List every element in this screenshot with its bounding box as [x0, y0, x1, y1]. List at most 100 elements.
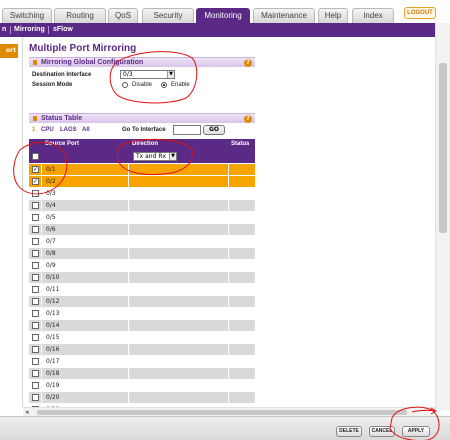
status-cell — [228, 188, 255, 199]
direction-cell — [128, 176, 228, 187]
table-row[interactable]: 0/4 — [29, 200, 255, 212]
row-checkbox[interactable] — [32, 358, 39, 365]
row-checkbox[interactable] — [32, 190, 39, 197]
direction-cell — [128, 260, 228, 271]
apply-button[interactable]: APPLY — [402, 426, 430, 437]
session-enable-radio[interactable] — [161, 82, 167, 88]
row-checkbox[interactable] — [32, 238, 39, 245]
source-port-value: 0/19 — [46, 382, 60, 389]
row-checkbox[interactable] — [32, 334, 39, 341]
source-port-cell: 0/12 — [41, 296, 128, 307]
direction-cell — [128, 308, 228, 319]
row-select-cell — [29, 272, 41, 283]
destination-interface-select[interactable]: 0/3 ▼ — [120, 70, 175, 79]
direction-cell — [128, 368, 228, 379]
row-checkbox[interactable] — [32, 382, 39, 389]
tab-qos[interactable]: QoS — [108, 8, 138, 23]
source-port-value: 0/16 — [46, 346, 60, 353]
session-disable-radio[interactable] — [122, 82, 128, 88]
tab-help[interactable]: Help — [318, 8, 348, 23]
table-row[interactable]: 0/6 — [29, 224, 255, 236]
table-row[interactable]: 0/16 — [29, 344, 255, 356]
table-row[interactable]: ✓ 0/2 — [29, 176, 255, 188]
cancel-button[interactable]: CANCEL — [369, 426, 395, 437]
help-icon[interactable]: ? — [244, 59, 252, 67]
source-port-value: 0/10 — [46, 274, 60, 281]
tab-maintenance[interactable]: Maintenance — [253, 8, 315, 23]
table-row[interactable]: 0/13 — [29, 308, 255, 320]
row-select-cell — [29, 356, 41, 367]
row-checkbox[interactable] — [32, 346, 39, 353]
source-port-cell: 0/20 — [41, 392, 128, 403]
row-checkbox[interactable] — [32, 202, 39, 209]
vertical-scrollbar[interactable] — [435, 23, 450, 410]
row-select-cell — [29, 200, 41, 211]
tab-security[interactable]: Security — [142, 8, 194, 23]
filter-all[interactable]: All — [82, 127, 90, 133]
session-enable-label: Enable — [171, 82, 190, 88]
table-row[interactable]: 0/11 — [29, 284, 255, 296]
leftnav-item-active[interactable]: ort — [0, 44, 18, 58]
table-row[interactable]: 0/14 — [29, 320, 255, 332]
row-checkbox[interactable]: ✓ — [32, 166, 39, 173]
status-cell — [228, 380, 255, 391]
logout-button[interactable]: LOGOUT — [404, 7, 436, 19]
row-checkbox[interactable] — [32, 310, 39, 317]
goto-interface-input[interactable] — [173, 125, 201, 135]
tab-switching[interactable]: Switching — [2, 8, 52, 23]
subnav-item-sflow[interactable]: sFlow — [53, 23, 73, 37]
tab-routing[interactable]: Routing — [54, 8, 106, 23]
table-row[interactable]: ✓ 0/1 — [29, 164, 255, 176]
row-checkbox[interactable] — [32, 370, 39, 377]
help-icon[interactable]: ? — [244, 115, 252, 123]
source-port-cell: 0/19 — [41, 380, 128, 391]
subnav-item-mirroring[interactable]: Mirroring — [14, 23, 45, 37]
row-checkbox[interactable] — [32, 286, 39, 293]
filter-cpu[interactable]: CPU — [41, 127, 54, 133]
row-checkbox[interactable]: ✓ — [32, 178, 39, 185]
subnav-separator — [10, 26, 11, 34]
table-row[interactable]: 0/7 — [29, 236, 255, 248]
direction-select[interactable]: Tx and Rx ▼ — [133, 152, 177, 161]
tab-index[interactable]: Index — [352, 8, 394, 23]
row-checkbox[interactable] — [32, 298, 39, 305]
table-row[interactable]: 0/5 — [29, 212, 255, 224]
row-checkbox[interactable] — [32, 214, 39, 221]
subnav-item-partial[interactable]: n — [2, 23, 6, 37]
row-checkbox[interactable] — [32, 226, 39, 233]
row-checkbox[interactable] — [32, 394, 39, 401]
direction-cell — [128, 248, 228, 259]
delete-button[interactable]: DELETE — [336, 426, 362, 437]
table-row[interactable]: 0/12 — [29, 296, 255, 308]
row-checkbox[interactable] — [32, 262, 39, 269]
vertical-scroll-thumb[interactable] — [439, 63, 447, 233]
table-row[interactable]: 0/8 — [29, 248, 255, 260]
table-row[interactable]: 0/19 — [29, 380, 255, 392]
filter-lags[interactable]: LAGS — [60, 127, 77, 133]
horizontal-scrollbar[interactable]: ◂ — [23, 407, 435, 416]
row-select-cell — [29, 260, 41, 271]
source-port-cell: 0/15 — [41, 332, 128, 343]
row-checkbox[interactable] — [32, 322, 39, 329]
row-checkbox[interactable] — [32, 250, 39, 257]
filter-unit-1[interactable]: 1 — [32, 127, 35, 133]
table-row[interactable]: 0/18 — [29, 368, 255, 380]
direction-cell — [128, 320, 228, 331]
left-navigation — [0, 37, 23, 407]
table-row[interactable]: 0/3 — [29, 188, 255, 200]
table-row[interactable]: 0/20 — [29, 392, 255, 404]
status-cell — [228, 224, 255, 235]
horizontal-scroll-thumb[interactable] — [37, 410, 407, 415]
direction-cell — [128, 392, 228, 403]
table-row[interactable]: 0/10 — [29, 272, 255, 284]
table-row[interactable]: 0/15 — [29, 332, 255, 344]
table-row[interactable]: 0/9 — [29, 260, 255, 272]
go-button[interactable]: GO — [203, 125, 225, 135]
tab-monitoring[interactable]: Monitoring — [196, 8, 250, 23]
row-select-cell: ✓ — [29, 164, 41, 175]
select-all-checkbox[interactable] — [32, 153, 39, 160]
table-row[interactable]: 0/17 — [29, 356, 255, 368]
row-checkbox[interactable] — [32, 274, 39, 281]
source-port-value: 0/12 — [46, 298, 60, 305]
status-cell — [228, 332, 255, 343]
